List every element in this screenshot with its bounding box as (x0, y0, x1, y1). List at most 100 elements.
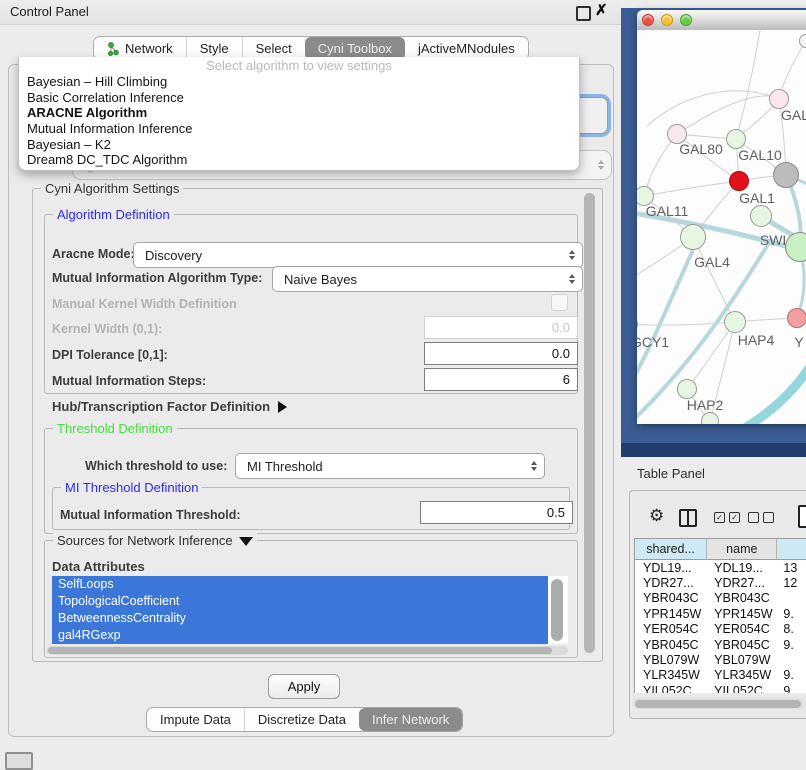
cell: 9. (777, 668, 806, 682)
dropdown-item-bayesian-k2[interactable]: Bayesian – K2 (19, 137, 579, 153)
mi-type-value: Naive Bayes (284, 272, 357, 287)
table-row[interactable]: YDR27...YDR27...12 (635, 575, 806, 590)
attributes-vscrollbar[interactable] (551, 579, 563, 641)
data-attributes-list: SelfLoopsTopologicalCoefficientBetweenne… (52, 576, 568, 644)
minimized-panel-button[interactable] (5, 752, 33, 770)
checked-boxes-icon[interactable]: ✓✓ (714, 512, 740, 523)
table-row[interactable]: YER054CYER054C8. (635, 622, 806, 637)
node-swi4[interactable] (750, 205, 772, 227)
columns-icon[interactable] (679, 509, 697, 527)
attribute-item-topologicalcoefficient[interactable]: TopologicalCoefficient (52, 593, 548, 610)
table-row[interactable]: YPR145WYPR145W9. (635, 606, 806, 621)
tab-label: Cyni Toolbox (318, 41, 392, 56)
dropdown-item-dream8-dc-tdc-algorithm[interactable]: Dream8 DC_TDC Algorithm (19, 152, 579, 168)
cell: YPR145W (635, 607, 707, 621)
gear-icon[interactable]: ⚙ (649, 506, 664, 526)
node-gal10[interactable] (726, 129, 746, 149)
cyni-settings-title: Cyni Algorithm Settings (41, 181, 183, 196)
kernel-width-label: Kernel Width (0,1): (52, 322, 162, 336)
float-icon[interactable] (576, 6, 591, 21)
cell: YLR345W (635, 668, 707, 682)
node-table[interactable]: shared...name YDL19...YDL19...13YDR27...… (634, 538, 806, 693)
attribute-item-betweennesscentrality[interactable]: BetweennessCentrality (52, 610, 548, 627)
network-icon (107, 42, 120, 56)
network-window[interactable]: GALGAL80GAL10GAL1GAL11SWI4GAL4HAP4YGCY1H… (637, 10, 806, 424)
table-row[interactable]: YIL052CYIL052C9 (635, 683, 806, 693)
which-threshold-combo[interactable]: MI Threshold (235, 453, 545, 479)
node-gal[interactable] (769, 89, 789, 109)
mi-steps-input[interactable]: 6 (424, 368, 578, 391)
tab-label: jActiveMNodules (418, 41, 515, 56)
triangle-down-icon[interactable] (239, 537, 253, 546)
attribute-item-selfloops[interactable]: SelfLoops (52, 576, 548, 593)
cell: YDR27... (635, 576, 707, 590)
table-panel-title: Table Panel (637, 466, 705, 481)
aracne-mode-combo[interactable]: Discovery (133, 242, 583, 268)
network-canvas[interactable]: GALGAL80GAL10GAL1GAL11SWI4GAL4HAP4YGCY1H… (637, 30, 806, 424)
node-hap2[interactable] (677, 379, 697, 399)
close-icon[interactable]: ✗ (595, 1, 608, 19)
control-panel-titlebar: Control Panel ✗ (0, 0, 621, 25)
chevron-updown-icon (531, 461, 537, 471)
traffic-close-icon[interactable] (642, 14, 654, 26)
dropdown-item-mutual-information-inference[interactable]: Mutual Information Inference (19, 121, 579, 137)
mi-type-label: Mutual Information Algorithm Type: (52, 271, 262, 285)
table-row[interactable]: YBL079WYBL079W (635, 652, 806, 667)
hub-definition-toggle[interactable]: Hub/Transcription Factor Definition (52, 399, 287, 414)
threshold-definition-title: Threshold Definition (53, 421, 177, 436)
traffic-zoom-icon[interactable] (680, 14, 692, 26)
tab-label: Style (200, 41, 229, 56)
node[interactable] (773, 162, 799, 188)
dpi-tolerance-input[interactable]: 0.0 (424, 342, 578, 365)
table-row[interactable]: YBR043CYBR043C (635, 591, 806, 606)
chevron-updown-icon (569, 274, 575, 284)
node[interactable] (799, 34, 806, 48)
node-y[interactable] (787, 308, 806, 328)
cell: YPR145W (707, 607, 777, 621)
mi-threshold-input[interactable]: 0.5 (420, 501, 573, 524)
algorithm-definition-title: Algorithm Definition (53, 207, 174, 222)
cell: YBR043C (707, 591, 777, 605)
dropdown-item-basic-correlation-inference[interactable]: Basic Correlation Inference (19, 90, 579, 106)
cell: 9. (777, 607, 806, 621)
table-header: shared...name (635, 539, 806, 560)
kernel-width-input[interactable]: 0.0 (424, 316, 578, 339)
page-icon[interactable] (798, 505, 806, 528)
cell: YBL079W (707, 653, 777, 667)
table-row[interactable]: YBR045CYBR045C9. (635, 637, 806, 652)
network-window-titlebar[interactable] (637, 10, 806, 31)
sources-title: Sources for Network Inference (53, 533, 257, 548)
node-gal4[interactable] (680, 224, 706, 250)
cell: YDL19... (707, 561, 777, 575)
attributes-hscrollbar[interactable] (46, 646, 568, 655)
table-row[interactable]: YLR345WYLR345W9. (635, 668, 806, 683)
column-header-shared[interactable]: shared... (635, 539, 707, 559)
tab-infer-network[interactable]: Infer Network (359, 708, 462, 731)
dropdown-item-bayesian-hill-climbing[interactable]: Bayesian – Hill Climbing (19, 74, 579, 90)
hub-definition-label: Hub/Transcription Factor Definition (52, 399, 270, 414)
manual-kernel-checkbox[interactable] (551, 294, 568, 311)
traffic-minimize-icon[interactable] (661, 14, 673, 26)
cell: YBR043C (635, 591, 707, 605)
unchecked-boxes-icon[interactable] (748, 512, 774, 523)
node[interactable] (701, 412, 719, 424)
cell: 12 (777, 576, 806, 590)
tab-impute-data[interactable]: Impute Data (147, 708, 244, 731)
node-label-gal4: GAL4 (694, 254, 730, 270)
tab-label: Network (125, 41, 173, 56)
table-row[interactable]: YDL19...YDL19...13 (635, 560, 806, 575)
settings-scrollbar[interactable] (584, 193, 595, 653)
cell: 13 (777, 561, 806, 575)
table-hscrollbar[interactable] (633, 698, 805, 709)
column-header-name[interactable]: name (707, 539, 777, 559)
node-hap4[interactable] (724, 311, 746, 333)
mi-type-combo[interactable]: Naive Bayes (272, 266, 583, 292)
panel-title: Control Panel (10, 4, 89, 19)
attribute-item-gal4rgexp[interactable]: gal4RGexp (52, 627, 548, 644)
algorithm-dropdown: Select algorithm to view settings Bayesi… (18, 57, 580, 171)
apply-button[interactable]: Apply (268, 674, 340, 699)
tab-discretize-data[interactable]: Discretize Data (244, 708, 359, 731)
node-gal1[interactable] (729, 171, 749, 191)
dropdown-item-aracne-algorithm[interactable]: ARACNE Algorithm (19, 105, 579, 121)
column-header-2[interactable] (777, 539, 806, 559)
